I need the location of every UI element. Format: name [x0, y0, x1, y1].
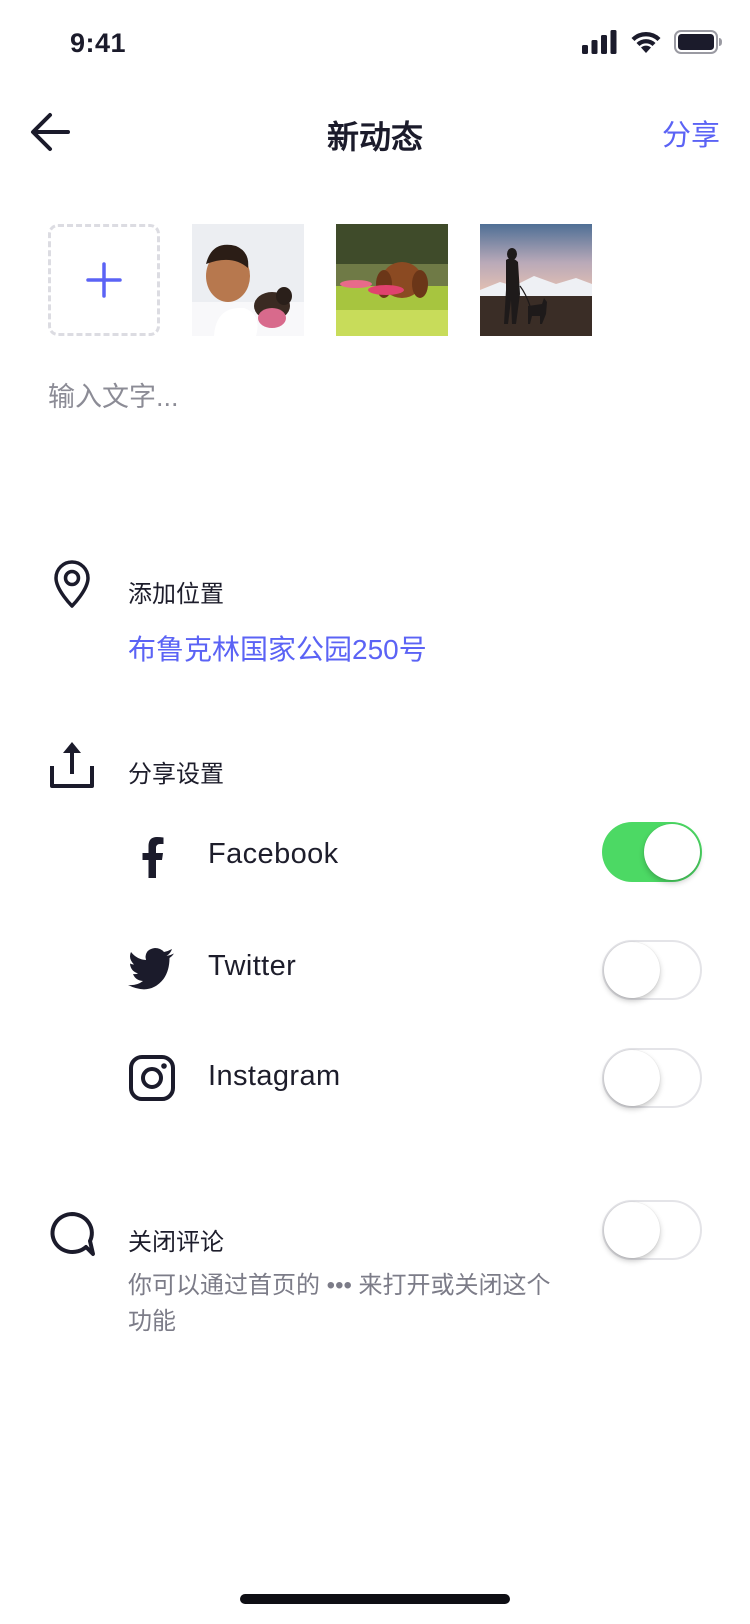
add-photo-button[interactable]: [48, 224, 160, 336]
comment-bubble-icon: [50, 1212, 95, 1256]
nav-bar: 新动态 分享: [0, 90, 750, 174]
share-settings-label: 分享设置: [128, 761, 224, 788]
photo-thumbnail[interactable]: [192, 224, 304, 336]
comments-description: 你可以通过首页的 ••• 来打开或关闭这个功能: [128, 1272, 551, 1335]
toggle-knob: [604, 1202, 660, 1258]
toggle-knob: [644, 824, 700, 880]
close-comments-label: 关闭评论: [128, 1229, 224, 1256]
facebook-toggle[interactable]: [602, 822, 702, 882]
wifi-icon: [631, 31, 661, 53]
instagram-toggle[interactable]: [602, 1048, 702, 1108]
toggle-knob: [604, 942, 660, 998]
photo-kid-with-puppy: [192, 224, 304, 336]
platform-label-instagram: Instagram: [208, 1060, 341, 1092]
location-value[interactable]: 布鲁克林国家公园250号: [128, 628, 427, 668]
plus-icon: [86, 262, 122, 298]
photo-row: [48, 224, 592, 336]
close-comments-toggle[interactable]: [602, 1200, 702, 1260]
page-title: 新动态: [326, 119, 423, 155]
cellular-signal-icon: [582, 30, 617, 54]
facebook-icon: [142, 837, 164, 878]
status-icons: [582, 30, 722, 54]
photo-thumbnail[interactable]: [480, 224, 592, 336]
add-location-label[interactable]: 添加位置: [128, 574, 224, 609]
home-indicator: [240, 1594, 510, 1604]
photo-person-with-dog-at-sunset: [480, 224, 592, 336]
platform-label-twitter: Twitter: [208, 950, 297, 982]
photo-thumbnail[interactable]: [336, 224, 448, 336]
photo-puppy-in-grass: [336, 224, 448, 336]
twitter-icon: [128, 948, 174, 990]
toggle-knob: [604, 1050, 660, 1106]
twitter-toggle[interactable]: [602, 940, 702, 1000]
status-time: 9:41: [70, 28, 127, 58]
instagram-icon: [129, 1055, 175, 1101]
battery-icon: [674, 30, 722, 54]
platform-label-facebook: Facebook: [208, 838, 339, 870]
share-upload-icon: [50, 742, 94, 788]
post-text-input[interactable]: [48, 382, 698, 413]
share-button[interactable]: 分享: [662, 112, 720, 154]
location-pin-icon: [54, 560, 90, 608]
status-bar: 9:41: [0, 0, 750, 90]
